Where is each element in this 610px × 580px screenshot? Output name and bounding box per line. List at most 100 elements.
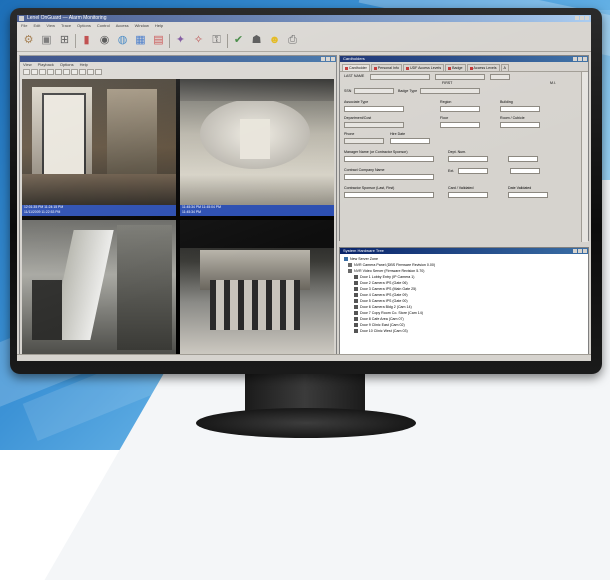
video-menu-playback[interactable]: Playback	[38, 62, 54, 68]
close-icon[interactable]	[583, 249, 587, 253]
cardholder-tabs: Cardholder Personal Info UDF Access Leve…	[340, 62, 588, 71]
tree-item[interactable]: Door 10 Clinic West (Cam 03)	[344, 328, 584, 334]
stop-icon[interactable]	[39, 69, 46, 75]
maximize-icon[interactable]	[578, 57, 582, 61]
contract-company-field[interactable]	[344, 174, 434, 180]
dept-num-select[interactable]	[508, 156, 538, 162]
first-name-field[interactable]	[435, 74, 485, 80]
video-menu-view[interactable]: View	[23, 62, 32, 68]
date-validated-field[interactable]	[508, 192, 548, 198]
door-icon	[354, 305, 358, 309]
hardware-window-controls[interactable]	[573, 249, 587, 253]
camera-tile[interactable]: 12:01:35 PM 11:24:15 PM 11/11/2009 11:22…	[22, 79, 176, 216]
floor-select[interactable]	[440, 122, 480, 128]
lock-icon[interactable]: ⚿	[209, 33, 224, 48]
toolbar-separator	[169, 33, 170, 48]
split-icon[interactable]: ⊞	[57, 33, 72, 48]
video-menu-options[interactable]: Options	[60, 62, 74, 68]
camera-tile[interactable]	[180, 220, 334, 357]
maximize-icon[interactable]	[578, 249, 582, 253]
card-validated-field[interactable]	[448, 192, 488, 198]
field-label: Region	[440, 100, 452, 104]
field-label: Ext.	[448, 169, 455, 173]
maximize-icon[interactable]	[580, 16, 584, 20]
mi-field[interactable]	[490, 74, 510, 80]
alarm-icon[interactable]: ✦	[173, 33, 188, 48]
region-select[interactable]	[440, 106, 480, 112]
menu-control[interactable]: Control	[97, 22, 110, 29]
tab-more[interactable]: A	[500, 64, 509, 71]
cardholder-form: LAST NAME FIRST M.I. SSN Badge Type Asso…	[340, 71, 588, 242]
layout-9-icon[interactable]	[79, 69, 86, 75]
manager-field[interactable]	[344, 156, 434, 162]
toolbar-separator	[75, 33, 76, 48]
camera-icon[interactable]: ◉	[97, 33, 112, 48]
menu-help[interactable]: Help	[155, 22, 163, 29]
ext-field[interactable]	[458, 168, 488, 174]
department-field[interactable]	[344, 122, 404, 128]
chart-icon[interactable]: ▦	[133, 33, 148, 48]
window-controls[interactable]	[575, 16, 589, 20]
globe-icon[interactable]: ◍	[115, 33, 130, 48]
tab-icon	[373, 66, 377, 70]
scrollbar[interactable]	[581, 72, 588, 242]
monitor-stand-base	[196, 408, 416, 438]
tab-access-levels[interactable]: Access Levels	[466, 64, 500, 71]
zoom-icon[interactable]	[95, 69, 102, 75]
menu-view[interactable]: View	[46, 22, 55, 29]
door-icon[interactable]: ▮	[79, 33, 94, 48]
minimize-icon[interactable]	[573, 57, 577, 61]
menu-bar: File Edit View Trace Options Control Acc…	[17, 22, 591, 29]
forward-icon[interactable]	[55, 69, 62, 75]
badge-icon[interactable]: ☗	[249, 33, 264, 48]
tab-udf-access-levels[interactable]: UDF Access Levels	[402, 64, 445, 71]
ext-secondary-field[interactable]	[510, 168, 540, 174]
tool-icon[interactable]: ⚙	[21, 33, 36, 48]
field-label: Hire Date	[390, 132, 406, 136]
cardholder-window-controls[interactable]	[573, 57, 587, 61]
snapshot-icon[interactable]	[87, 69, 94, 75]
tab-cardholder[interactable]: Cardholder	[342, 64, 370, 71]
play-icon[interactable]	[23, 69, 30, 75]
tab-badge[interactable]: Badge	[445, 64, 466, 71]
menu-file[interactable]: File	[21, 22, 27, 29]
phone-field[interactable]	[344, 138, 384, 144]
minimize-icon[interactable]	[321, 57, 325, 61]
layout-4-icon[interactable]	[71, 69, 78, 75]
last-name-field[interactable]	[370, 74, 430, 80]
menu-window[interactable]: Window	[135, 22, 149, 29]
dept-num-field[interactable]	[448, 156, 488, 162]
maximize-icon[interactable]	[326, 57, 330, 61]
report-icon[interactable]: ▤	[151, 33, 166, 48]
minimize-icon[interactable]	[573, 249, 577, 253]
camera-tile[interactable]: 11:45:34 PM 11:45:04 PM 11:45:34 PM	[180, 79, 334, 216]
tab-personal-info[interactable]: Personal Info	[370, 64, 402, 71]
video-window-controls[interactable]	[321, 57, 335, 61]
close-icon[interactable]	[583, 57, 587, 61]
layout-1-icon[interactable]	[63, 69, 70, 75]
rewind-icon[interactable]	[47, 69, 54, 75]
print-icon[interactable]: ⎙	[285, 33, 300, 48]
video-menu-help[interactable]: Help	[80, 62, 88, 68]
camera-tile[interactable]	[22, 220, 176, 357]
menu-options[interactable]: Options	[77, 22, 91, 29]
smiley-icon[interactable]: ☻	[267, 33, 282, 48]
hire-date-field[interactable]	[390, 138, 430, 144]
sponsor-field[interactable]	[344, 192, 434, 198]
pause-icon[interactable]	[31, 69, 38, 75]
minimize-icon[interactable]	[575, 16, 579, 20]
menu-edit[interactable]: Edit	[33, 22, 40, 29]
building-select[interactable]	[500, 106, 540, 112]
monitor-icon[interactable]: ▣	[39, 33, 54, 48]
menu-access[interactable]: Access	[116, 22, 129, 29]
check-icon[interactable]: ✔	[231, 33, 246, 48]
associate-type-select[interactable]	[344, 106, 404, 112]
close-icon[interactable]	[585, 16, 589, 20]
menu-trace[interactable]: Trace	[61, 22, 71, 29]
close-icon[interactable]	[331, 57, 335, 61]
status-bar	[17, 354, 591, 361]
room-field[interactable]	[500, 122, 540, 128]
video-icon[interactable]: ✧	[191, 33, 206, 48]
badge-type-select[interactable]	[420, 88, 480, 94]
ssn-field[interactable]	[354, 88, 394, 94]
